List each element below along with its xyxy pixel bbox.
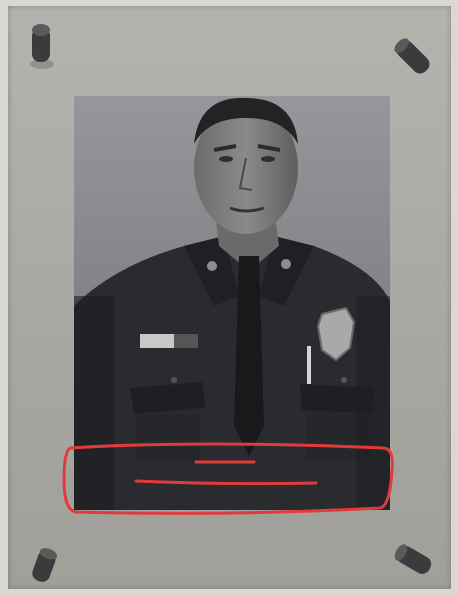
pin-bottom-left (32, 548, 58, 582)
officer-photo (74, 96, 390, 510)
pin-top-left (30, 24, 54, 69)
pin-bottom-right (394, 544, 432, 574)
pin-top-right (394, 38, 430, 74)
tie (234, 256, 264, 456)
